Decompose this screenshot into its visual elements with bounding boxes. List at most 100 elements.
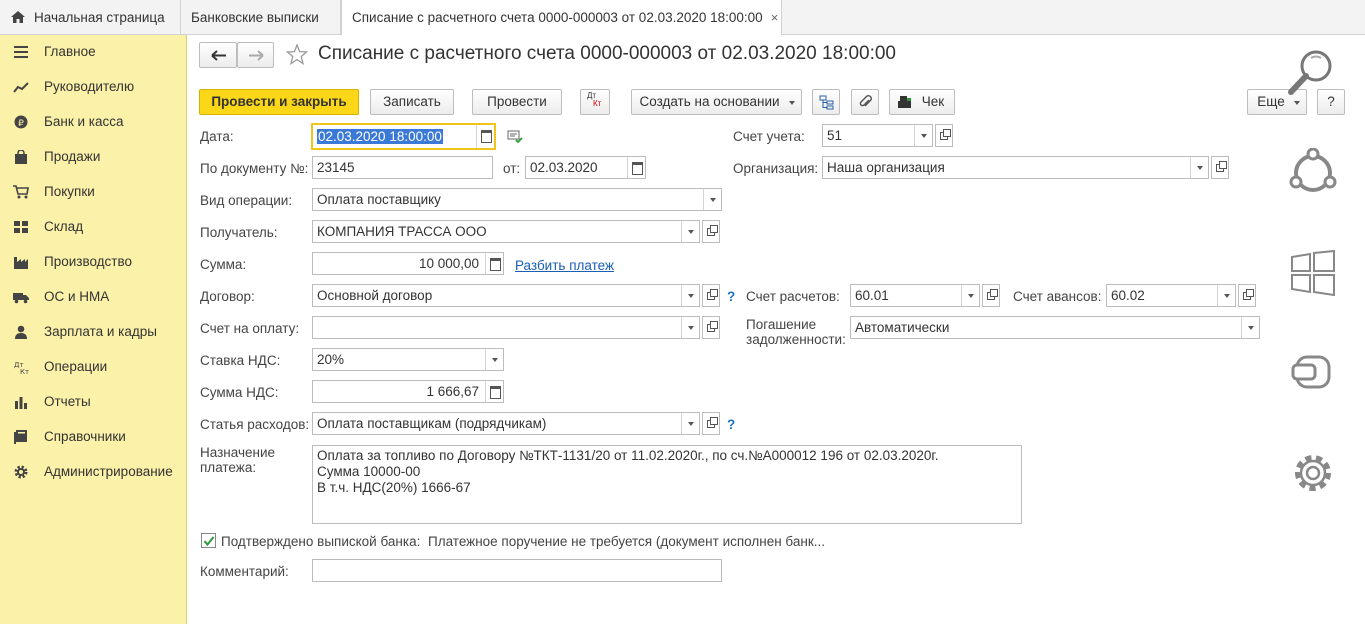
chevron-down-icon[interactable] bbox=[1241, 317, 1259, 338]
sidebar-item-main[interactable]: Главное bbox=[0, 37, 186, 67]
account-field[interactable]: 51 bbox=[822, 124, 933, 147]
open-icon[interactable] bbox=[702, 412, 720, 435]
sidebar-item-reports[interactable]: Отчеты bbox=[0, 387, 186, 417]
receipt-button[interactable]: Чек bbox=[889, 89, 955, 115]
calendar-icon[interactable] bbox=[627, 157, 645, 178]
open-icon[interactable] bbox=[935, 124, 953, 147]
chevron-down-icon[interactable] bbox=[681, 221, 699, 242]
sidebar-item-sales[interactable]: Продажи bbox=[0, 142, 186, 172]
chevron-down-icon[interactable] bbox=[1217, 285, 1235, 306]
hierarchy-icon bbox=[819, 95, 834, 110]
sidebar-item-manager[interactable]: Руководителю bbox=[0, 72, 186, 102]
split-payment-link[interactable]: Разбить платеж bbox=[515, 258, 614, 273]
chevron-down-icon[interactable] bbox=[681, 285, 699, 306]
save-button[interactable]: Записать bbox=[370, 89, 454, 115]
tab-home[interactable]: Начальная страница bbox=[0, 0, 181, 35]
attach-button[interactable] bbox=[851, 89, 879, 115]
recipient-label: Получатель: bbox=[200, 225, 278, 240]
sidebar-item-salary[interactable]: Зарплата и кадры bbox=[0, 317, 186, 347]
calendar-icon[interactable] bbox=[476, 125, 494, 148]
vat-rate-field[interactable]: 20% bbox=[312, 348, 504, 371]
invoice-label: Счет на оплату: bbox=[200, 321, 300, 336]
from-date-field[interactable]: 02.03.2020 bbox=[525, 156, 646, 179]
sidebar-item-catalogs[interactable]: Справочники bbox=[0, 422, 186, 452]
back-button[interactable] bbox=[199, 42, 237, 68]
open-icon[interactable] bbox=[982, 284, 1000, 307]
tab-debit-document[interactable]: Списание с расчетного счета 0000-000003 … bbox=[341, 0, 782, 36]
cash-register-icon bbox=[898, 96, 911, 108]
calculator-icon[interactable] bbox=[485, 381, 503, 402]
sidebar-item-label: Зарплата и кадры bbox=[44, 324, 157, 339]
comment-field[interactable] bbox=[312, 559, 722, 582]
sidebar-item-fixed-assets[interactable]: ОС и НМА bbox=[0, 282, 186, 312]
chevron-down-icon[interactable] bbox=[681, 317, 699, 338]
open-icon[interactable] bbox=[702, 284, 720, 307]
sidebar-item-label: Производство bbox=[44, 254, 133, 269]
sidebar-item-operations[interactable]: Дт Кт Операции bbox=[0, 352, 186, 382]
post-button[interactable]: Провести bbox=[472, 89, 562, 115]
star-icon[interactable] bbox=[286, 44, 308, 65]
chevron-down-icon[interactable] bbox=[703, 189, 721, 210]
dt-kt-button[interactable]: Дт Кт bbox=[580, 89, 610, 115]
purpose-label-2: платежа: bbox=[200, 460, 257, 475]
payment-purpose-textarea[interactable]: Оплата за топливо по Договору №ТКТ-1131/… bbox=[312, 445, 1022, 524]
chevron-down-icon[interactable] bbox=[485, 349, 503, 370]
apple-logo-icon[interactable] bbox=[1291, 354, 1335, 390]
post-and-close-button[interactable]: Провести и закрыть bbox=[199, 89, 359, 115]
windows-logo-icon[interactable] bbox=[1290, 250, 1336, 296]
expense-item-field[interactable]: Оплата поставщикам (подрядчикам) bbox=[312, 412, 700, 435]
tab-bar: Начальная страница Банковские выписки Сп… bbox=[0, 0, 1365, 36]
chevron-down-icon bbox=[789, 101, 795, 105]
operation-type-field[interactable]: Оплата поставщику bbox=[312, 188, 722, 211]
structure-button[interactable] bbox=[812, 89, 840, 115]
open-icon[interactable] bbox=[702, 316, 720, 339]
debt-repayment-label-1: Погашение bbox=[746, 317, 817, 332]
sum-field[interactable]: 10 000,00 bbox=[312, 252, 504, 275]
open-icon[interactable] bbox=[702, 220, 720, 243]
open-icon[interactable] bbox=[1211, 156, 1229, 179]
bank-confirmed-label: Подтверждено выпиской банка: bbox=[221, 534, 421, 549]
tab-bank-statements[interactable]: Банковские выписки bbox=[181, 0, 341, 35]
forward-button[interactable] bbox=[237, 42, 274, 68]
settlement-account-field[interactable]: 60.01 bbox=[850, 284, 980, 307]
bag-icon bbox=[15, 150, 27, 164]
doc-number-field[interactable]: 23145 bbox=[312, 156, 493, 179]
help-icon[interactable]: ? bbox=[727, 417, 735, 432]
recipient-field[interactable]: КОМПАНИЯ ТРАССА ООО bbox=[312, 220, 700, 243]
organization-field[interactable]: Наша организация bbox=[822, 156, 1209, 179]
open-icon[interactable] bbox=[1238, 284, 1256, 307]
sidebar-item-bank-cash[interactable]: ₽ Банк и касса bbox=[0, 107, 186, 137]
close-icon[interactable]: × bbox=[771, 10, 779, 25]
page-title: Списание с расчетного счета 0000-000003 … bbox=[318, 43, 896, 64]
invoice-field[interactable] bbox=[312, 316, 700, 339]
sidebar-item-label: Отчеты bbox=[44, 394, 91, 409]
settlement-account-label: Счет расчетов: bbox=[746, 289, 840, 304]
vat-sum-field[interactable]: 1 666,67 bbox=[312, 380, 504, 403]
bank-confirmed-checkbox[interactable] bbox=[201, 533, 216, 548]
search-icon[interactable] bbox=[1285, 44, 1340, 99]
operation-type-label: Вид операции: bbox=[200, 193, 293, 208]
chevron-down-icon[interactable] bbox=[914, 125, 932, 146]
contract-field[interactable]: Основной договор bbox=[312, 284, 700, 307]
calculator-icon[interactable] bbox=[485, 253, 503, 274]
chevron-down-icon[interactable] bbox=[961, 285, 979, 306]
advance-account-field[interactable]: 60.02 bbox=[1106, 284, 1236, 307]
organization-label: Организация: bbox=[733, 161, 819, 176]
create-based-on-button[interactable]: Создать на основании bbox=[631, 89, 802, 115]
date-field[interactable]: 02.03.2020 18:00:00 bbox=[311, 123, 496, 150]
sidebar-item-warehouse[interactable]: Склад bbox=[0, 212, 186, 242]
sidebar-item-production[interactable]: Производство bbox=[0, 247, 186, 277]
history-icon[interactable] bbox=[507, 130, 523, 144]
ubuntu-logo-icon[interactable] bbox=[1288, 148, 1338, 198]
help-icon[interactable]: ? bbox=[727, 289, 735, 304]
chevron-down-icon[interactable] bbox=[681, 413, 699, 434]
sidebar-item-purchases[interactable]: Покупки bbox=[0, 177, 186, 207]
paperclip-icon bbox=[859, 95, 872, 107]
debt-repayment-field[interactable]: Автоматически bbox=[850, 316, 1260, 339]
chevron-down-icon[interactable] bbox=[1190, 157, 1208, 178]
sidebar-item-admin[interactable]: Администрирование bbox=[0, 457, 186, 487]
settings-gear-icon[interactable] bbox=[1290, 450, 1336, 496]
svg-text:₽: ₽ bbox=[18, 119, 24, 129]
bank-confirmed-note: Платежное поручение не требуется (докуме… bbox=[428, 534, 825, 549]
vat-rate-label: Ставка НДС: bbox=[200, 353, 281, 368]
